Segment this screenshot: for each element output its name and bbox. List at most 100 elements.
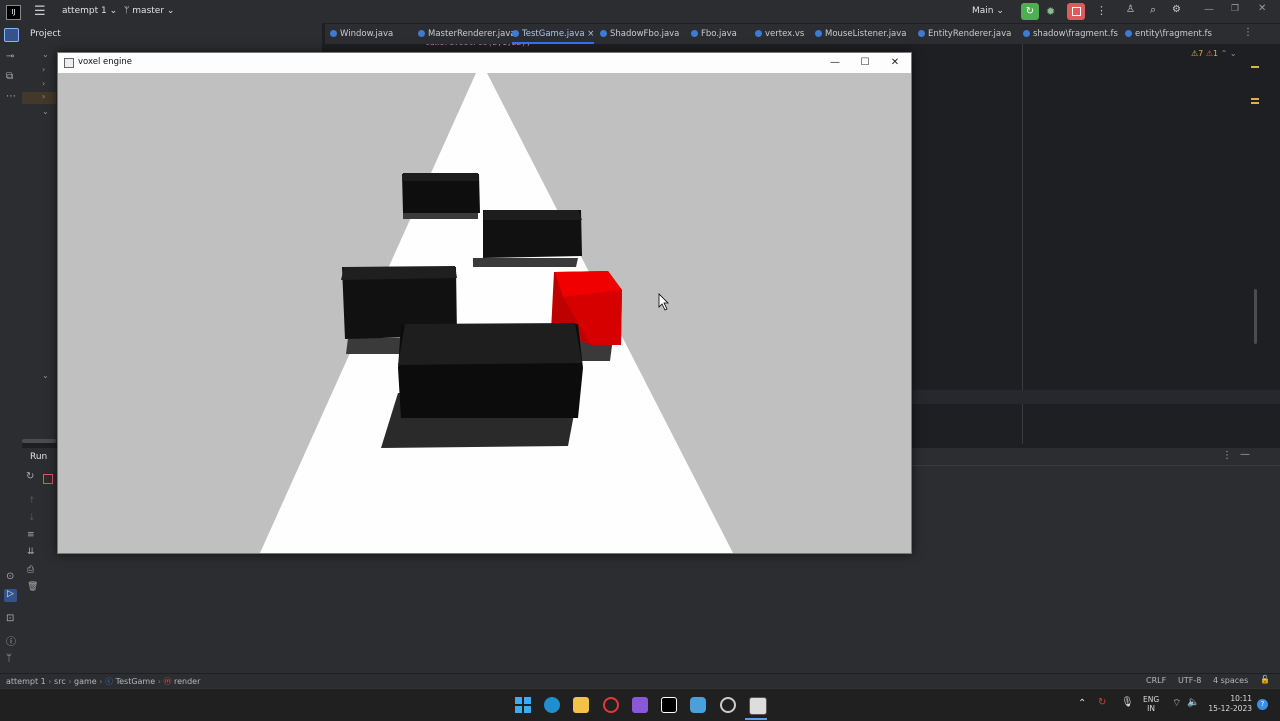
branch-selector[interactable]: ᛘ master ⌄ <box>124 6 174 16</box>
editor-tab[interactable]: TestGame.java × <box>512 24 595 44</box>
indent-setting[interactable]: 4 spaces <box>1213 676 1248 685</box>
editor-tab-bar: Window.java MasterRenderer.java TestGame.j… <box>325 24 1280 44</box>
warnings-indicator[interactable]: ⚠7 ⚠1 ⌃ ⌄ <box>1191 49 1237 58</box>
error-stripe-mark[interactable] <box>1251 102 1259 104</box>
problems-tool-icon[interactable]: ⓘ <box>6 633 16 648</box>
edge-browser-icon[interactable] <box>544 697 560 713</box>
print-icon[interactable]: ⎙ <box>27 565 34 575</box>
editor-tab[interactable]: MouseListener.java <box>815 24 907 44</box>
breadcrumb-item[interactable]: attempt 1 <box>6 677 46 686</box>
editor-tab-label: MasterRenderer.java <box>428 29 516 39</box>
breadcrumb-item[interactable]: game <box>74 677 97 686</box>
line-separator[interactable]: CRLF <box>1146 676 1166 685</box>
scroll-down-icon[interactable]: ↓ <box>28 513 36 523</box>
breadcrumb-item[interactable]: render <box>174 677 200 686</box>
settings-icon[interactable]: ⚙ <box>1172 4 1181 15</box>
visual-studio-icon[interactable] <box>632 697 648 713</box>
stop-button[interactable] <box>1067 3 1085 20</box>
tab-options-icon[interactable]: ⋮ <box>1243 27 1253 38</box>
error-stripe-mark[interactable] <box>1251 66 1259 68</box>
clock[interactable]: 10:11 15-12-2023 <box>1208 694 1252 714</box>
tray-app-icon[interactable]: ↻ <box>1098 697 1106 708</box>
tree-expand-icon[interactable]: ⌄ <box>42 371 49 380</box>
tray-overflow-icon[interactable]: ⌃ <box>1078 698 1086 709</box>
editor-tab-label: vertex.vs <box>765 29 805 39</box>
git-tool-icon[interactable]: ᛘ <box>6 653 12 664</box>
editor-tab[interactable]: ShadowFbo.java <box>600 24 679 44</box>
windows-start-icon[interactable] <box>515 697 531 713</box>
horizontal-scrollbar[interactable] <box>22 439 56 443</box>
commit-tool-icon[interactable]: ⊸ <box>6 51 14 62</box>
editor-tab[interactable]: EntityRenderer.java <box>918 24 1011 44</box>
services-tool-icon[interactable]: ⊙ <box>6 571 14 582</box>
rerun-button[interactable]: ↻ <box>1021 3 1039 20</box>
structure-tool-icon[interactable]: ⧉ <box>6 71 13 82</box>
account-icon[interactable]: ♙ <box>1126 4 1135 15</box>
editor-tab[interactable]: Fbo.java <box>691 24 737 44</box>
current-line-highlight <box>910 390 1280 404</box>
editor-tab[interactable]: vertex.vs <box>755 24 804 44</box>
search-icon[interactable]: ⌕ <box>1150 3 1156 17</box>
volume-icon[interactable]: 🔈 <box>1187 697 1199 708</box>
ide-close-button[interactable]: ✕ <box>1258 3 1266 14</box>
tree-expand-icon[interactable]: ⌄ <box>42 50 49 59</box>
run-config-selector[interactable]: Main ⌄ <box>972 6 1004 16</box>
editor-tab[interactable]: Window.java <box>330 24 393 44</box>
more-actions-icon[interactable]: ⋮ <box>1096 4 1107 17</box>
file-type-icon <box>512 30 519 37</box>
run-config-name: Main <box>972 6 994 16</box>
terminal-tool-icon[interactable]: ⊡ <box>6 613 14 624</box>
file-encoding[interactable]: UTF-8 <box>1178 676 1201 685</box>
project-tool-icon[interactable] <box>4 28 19 42</box>
game-maximize-button[interactable]: ☐ <box>850 53 880 73</box>
scroll-to-end-icon[interactable]: ⇊ <box>27 547 35 557</box>
breadcrumb-item[interactable]: src <box>54 677 66 686</box>
chevron-down-icon: ⌄ <box>996 6 1004 16</box>
tree-expand-icon[interactable]: ⌄ <box>42 107 49 116</box>
game-minimize-button[interactable]: — <box>820 53 850 73</box>
error-stripe-mark[interactable] <box>1251 98 1259 100</box>
close-tab-icon[interactable]: × <box>585 29 594 39</box>
wifi-icon[interactable]: ⌔ <box>1172 697 1181 710</box>
run-panel-options-icon[interactable]: ⋮ <box>1222 450 1232 461</box>
breadcrumb-item[interactable]: TestGame <box>116 677 156 686</box>
discord-icon[interactable] <box>690 697 706 713</box>
hide-panel-icon[interactable]: — <box>1240 449 1250 460</box>
notification-badge-icon[interactable]: ? <box>1257 699 1268 710</box>
hamburger-menu-icon[interactable]: ☰ <box>34 4 46 19</box>
opera-browser-icon[interactable] <box>603 697 619 713</box>
editor-tab[interactable]: shadow\fragment.fs <box>1023 24 1118 44</box>
project-selector[interactable]: attempt 1 ⌄ <box>62 6 117 16</box>
tree-collapse-icon[interactable]: › <box>42 79 45 88</box>
input-language-indicator[interactable]: ENG IN <box>1143 695 1159 713</box>
trash-icon[interactable]: 🗑 <box>27 582 38 592</box>
microphone-icon[interactable]: 🎙 <box>1121 697 1134 708</box>
game-close-button[interactable]: ✕ <box>880 53 910 73</box>
editor-tab-label: ShadowFbo.java <box>610 29 680 39</box>
ide-maximize-button[interactable]: ❐ <box>1231 4 1239 14</box>
soft-wrap-icon[interactable]: ≡ <box>27 530 35 540</box>
tree-collapse-icon[interactable]: › <box>42 65 45 74</box>
readonly-toggle-icon[interactable]: 🔓 <box>1260 675 1270 684</box>
java-window-icon[interactable] <box>749 697 767 715</box>
rerun-icon[interactable]: ↻ <box>26 471 34 482</box>
scroll-up-icon[interactable]: ↑ <box>28 496 36 506</box>
obs-icon[interactable] <box>720 697 736 713</box>
debug-icon[interactable]: ✹ <box>1046 5 1055 18</box>
editor-tab[interactable]: MasterRenderer.java <box>418 24 516 44</box>
tree-collapse-icon[interactable]: › <box>42 92 45 101</box>
more-tools-icon[interactable]: ⋯ <box>6 91 16 102</box>
intellij-taskbar-icon[interactable] <box>661 697 677 713</box>
vertical-scrollbar[interactable] <box>1254 289 1257 344</box>
file-type-icon <box>1125 30 1132 37</box>
stop-icon[interactable] <box>43 474 53 484</box>
editor-tab[interactable]: entity\fragment.fs <box>1125 24 1212 44</box>
ide-minimize-button[interactable]: — <box>1204 4 1214 15</box>
run-tool-icon[interactable]: ▷ <box>4 589 17 602</box>
file-explorer-icon[interactable] <box>573 697 589 713</box>
game-window-titlebar[interactable]: voxel engine — ☐ ✕ <box>58 53 911 73</box>
game-viewport[interactable] <box>58 73 911 553</box>
tree-row-selected[interactable] <box>22 92 56 104</box>
editor-tab-label: Fbo.java <box>701 29 737 39</box>
ide-title-bar: IJ ☰ attempt 1 ⌄ ᛘ master ⌄ Main ⌄ ↻ ✹ ⋮… <box>0 0 1280 24</box>
